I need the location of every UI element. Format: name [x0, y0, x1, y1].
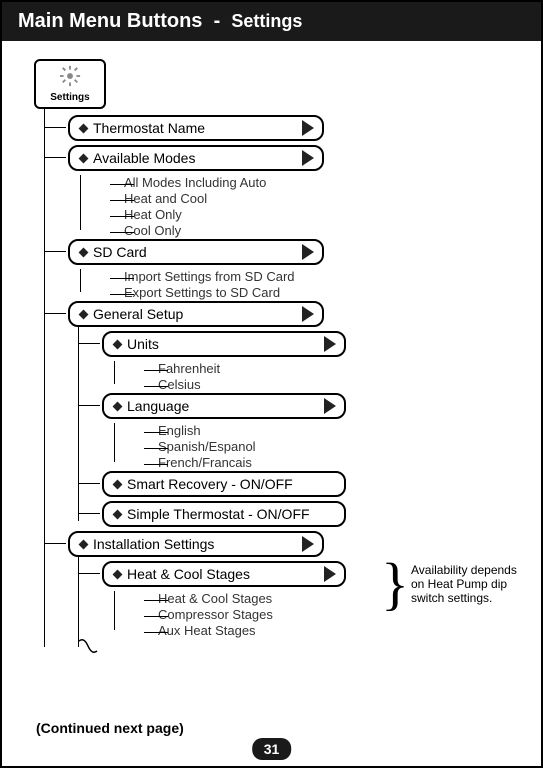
units-button[interactable]: Units	[102, 331, 346, 357]
installation-settings-button[interactable]: Installation Settings	[68, 531, 324, 557]
note-text: Availability depends on Heat Pump dip sw…	[411, 563, 521, 606]
chevron-right-icon	[324, 398, 336, 414]
list-item: Celsius	[144, 377, 529, 393]
list-item: All Modes Including Auto	[110, 175, 529, 191]
bullet-icon	[79, 123, 89, 133]
label: Installation Settings	[93, 536, 214, 552]
bullet-icon	[113, 509, 123, 519]
continued-label: (Continued next page)	[36, 720, 184, 736]
bullet-icon	[79, 247, 89, 257]
chevron-right-icon	[302, 536, 314, 552]
list-item: Import Settings from SD Card	[110, 269, 529, 285]
label: Units	[127, 336, 159, 352]
bullet-icon	[113, 401, 123, 411]
bullet-icon	[113, 339, 123, 349]
brace-icon: }	[381, 561, 409, 607]
bullet-icon	[79, 309, 89, 319]
list-item: Aux Heat Stages	[144, 623, 529, 639]
list-item: Heat Only	[110, 207, 529, 223]
list-item: Fahrenheit	[144, 361, 529, 377]
chevron-right-icon	[302, 120, 314, 136]
label: SD Card	[93, 244, 147, 260]
thermostat-name-button[interactable]: Thermostat Name	[68, 115, 324, 141]
language-sublist: English Spanish/Espanol French/Francais	[114, 423, 529, 471]
label: Heat & Cool Stages	[127, 566, 250, 582]
label: Smart Recovery - ON/OFF	[127, 476, 293, 492]
header-subtitle: Settings	[231, 11, 302, 31]
label: Thermostat Name	[93, 120, 205, 136]
header-sep: -	[214, 10, 221, 32]
label: General Setup	[93, 306, 183, 322]
bullet-icon	[79, 539, 89, 549]
list-item: English	[144, 423, 529, 439]
list-item: Heat and Cool	[110, 191, 529, 207]
list-item: Spanish/Espanol	[144, 439, 529, 455]
general-setup-button[interactable]: General Setup	[68, 301, 324, 327]
header-title: Main Menu Buttons	[18, 10, 202, 32]
available-modes-sublist: All Modes Including Auto Heat and Cool H…	[80, 175, 529, 239]
settings-root-label: Settings	[50, 92, 89, 103]
available-modes-button[interactable]: Available Modes	[68, 145, 324, 171]
bullet-icon	[113, 569, 123, 579]
bullet-icon	[79, 153, 89, 163]
page-header: Main Menu Buttons - Settings	[2, 2, 541, 41]
chevron-right-icon	[324, 336, 336, 352]
sd-card-sublist: Import Settings from SD Card Export Sett…	[80, 269, 529, 301]
page-number-badge: 31	[252, 738, 292, 760]
chevron-right-icon	[324, 566, 336, 582]
chevron-right-icon	[302, 150, 314, 166]
label: Language	[127, 398, 189, 414]
units-sublist: Fahrenheit Celsius	[114, 361, 529, 393]
bullet-icon	[113, 479, 123, 489]
language-button[interactable]: Language	[102, 393, 346, 419]
label: Simple Thermostat - ON/OFF	[127, 506, 310, 522]
sd-card-button[interactable]: SD Card	[68, 239, 324, 265]
chevron-right-icon	[302, 306, 314, 322]
gear-icon	[59, 65, 81, 92]
label: Available Modes	[93, 150, 195, 166]
availability-note: } Availability depends on Heat Pump dip …	[381, 561, 521, 607]
heat-cool-stages-button[interactable]: Heat & Cool Stages	[102, 561, 346, 587]
list-item: Cool Only	[110, 223, 529, 239]
chevron-right-icon	[302, 244, 314, 260]
list-item: French/Francais	[144, 455, 529, 471]
continuation-squiggle-icon	[72, 639, 529, 653]
smart-recovery-button[interactable]: Smart Recovery - ON/OFF	[102, 471, 346, 497]
settings-root-button[interactable]: Settings	[34, 59, 106, 109]
list-item: Export Settings to SD Card	[110, 285, 529, 301]
list-item: Compressor Stages	[144, 607, 529, 623]
simple-thermostat-button[interactable]: Simple Thermostat - ON/OFF	[102, 501, 346, 527]
